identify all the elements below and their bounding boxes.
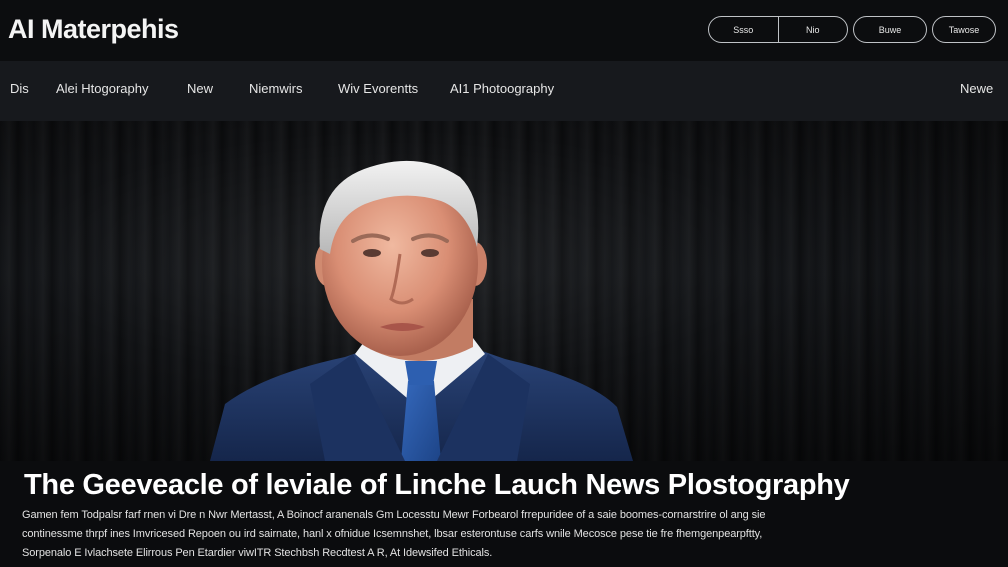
hero-image	[0, 121, 1008, 461]
top-header: AI Materpehis Ssso Nio Buwe Tawose	[0, 0, 1008, 61]
header-button-3[interactable]: Buwe	[853, 16, 927, 43]
page: AI Materpehis Ssso Nio Buwe Tawose Dis A…	[0, 0, 1008, 567]
site-logo[interactable]: AI Materpehis	[8, 14, 179, 45]
nav-item-1[interactable]: Dis	[10, 81, 29, 96]
nav-item-2[interactable]: Alei Htogoraphy	[56, 81, 149, 96]
nav-item-6[interactable]: AI1 Photoography	[450, 81, 554, 96]
portrait-photo	[210, 160, 633, 461]
article-summary-line-2: continessme thrpf ines Imvricesed Repoen…	[22, 528, 763, 540]
article-summary-line-1: Gamen fem Todpalsr farf rnen vi Dre n Nw…	[22, 509, 766, 521]
article-summary-line-3: Sorpenalo E Ivlachsete Elirrous Pen Etar…	[22, 547, 493, 559]
header-button-group: Ssso Nio	[708, 16, 848, 43]
header-button-4[interactable]: Tawose	[932, 16, 996, 43]
nav-item-right[interactable]: Newe	[960, 81, 993, 96]
nav-item-3[interactable]: New	[187, 81, 213, 96]
main-nav: Dis Alei Htogoraphy New Niemwirs Wiv Evo…	[0, 61, 1008, 121]
nav-item-5[interactable]: Wiv Evorentts	[338, 81, 418, 96]
header-button-2[interactable]: Nio	[777, 17, 848, 42]
header-button-1[interactable]: Ssso	[709, 17, 778, 42]
article-headline[interactable]: The Geeveacle of leviale of Linche Lauch…	[24, 469, 850, 502]
nav-item-4[interactable]: Niemwirs	[249, 81, 302, 96]
